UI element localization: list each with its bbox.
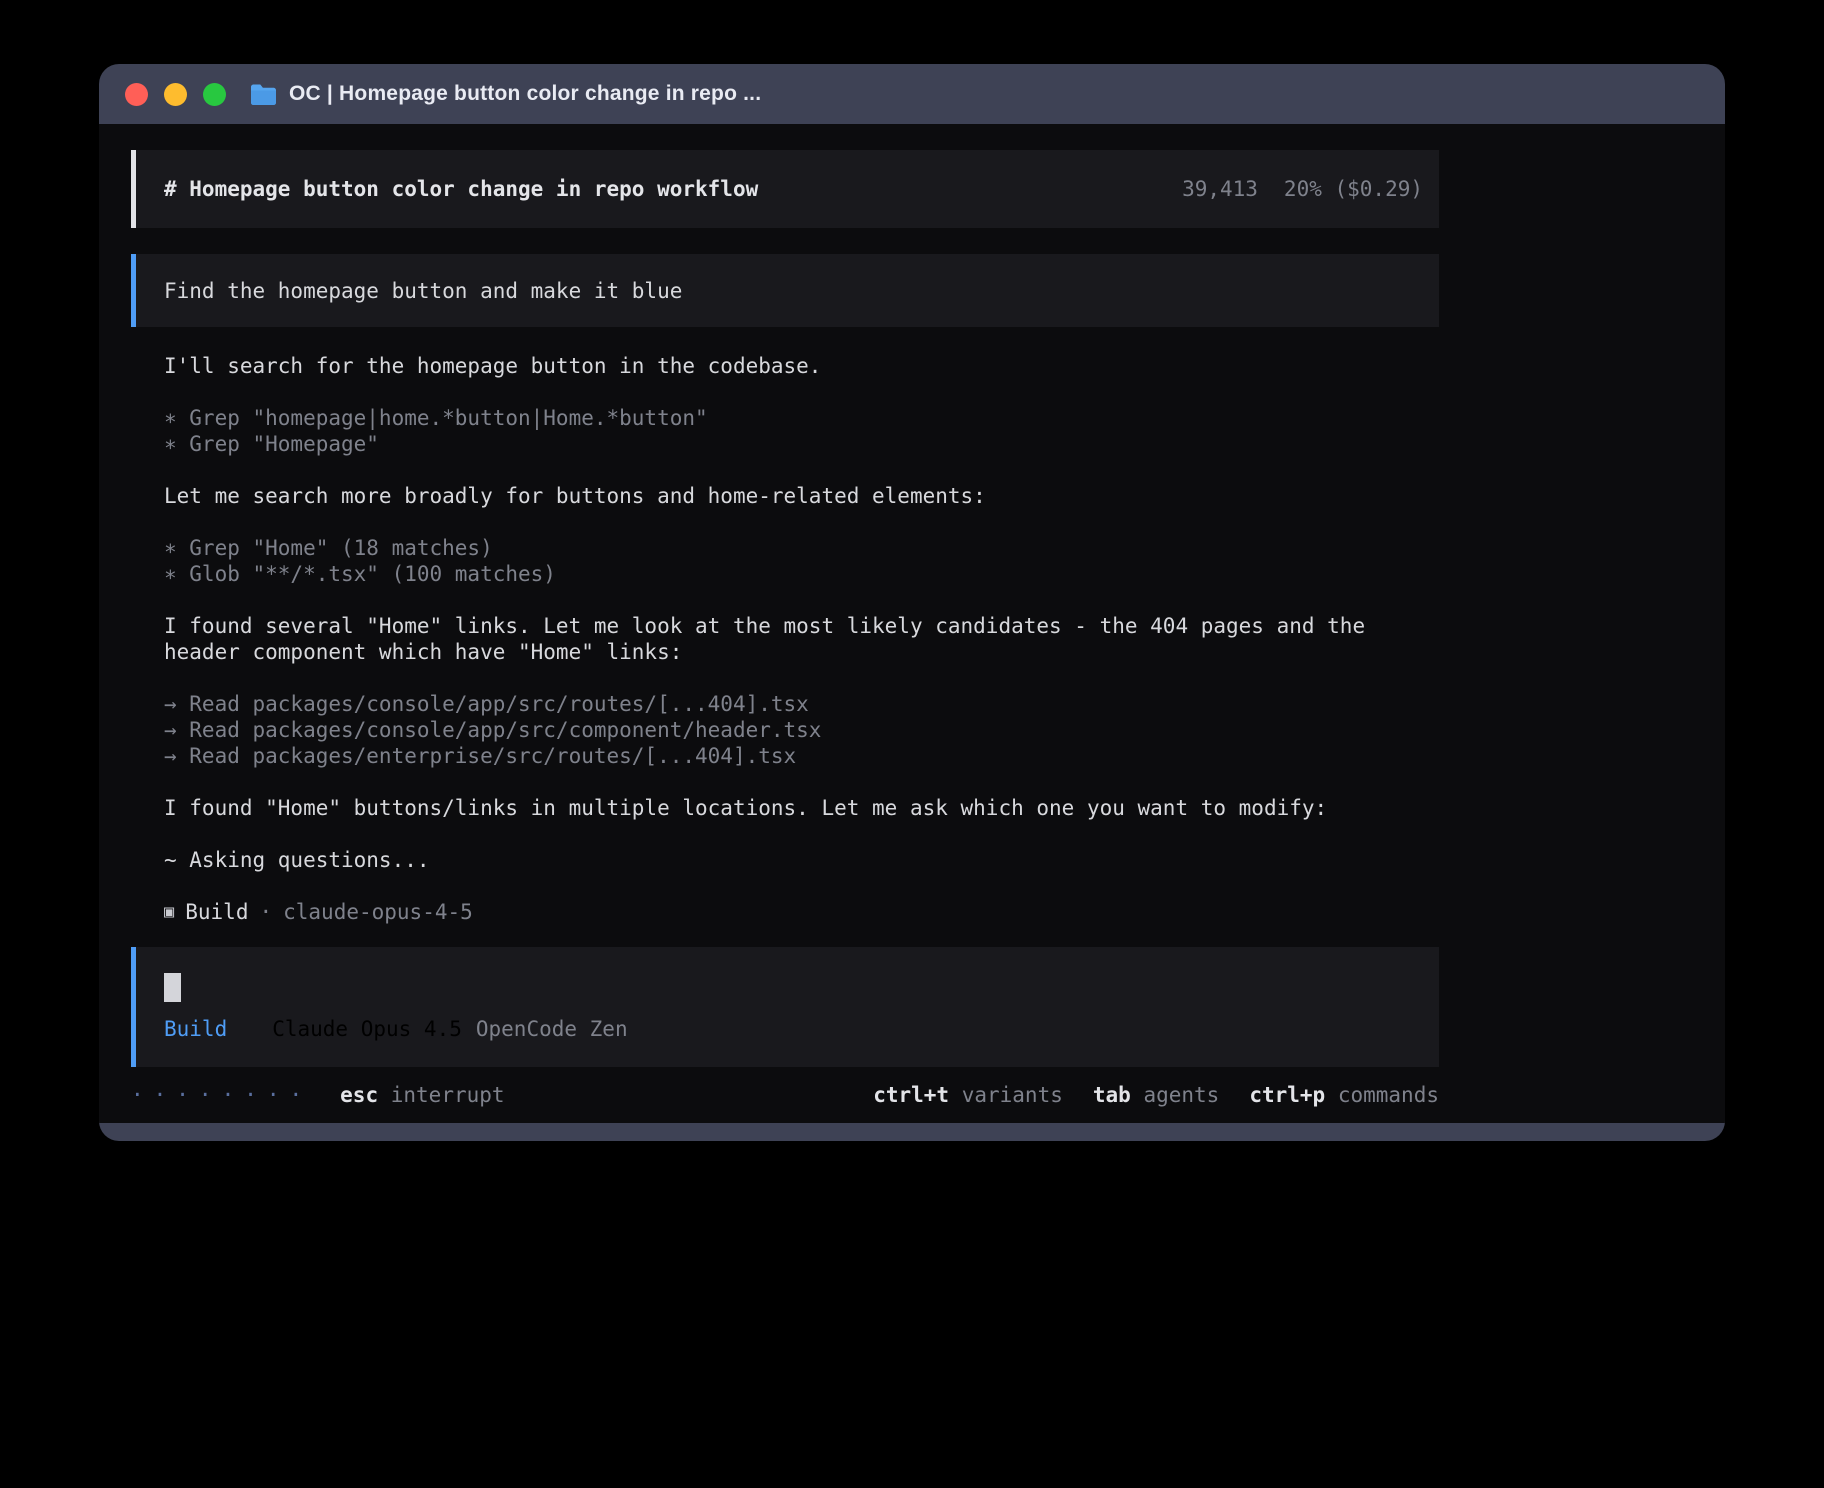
tool-call-grep: ∗ Grep "Homepage" [164, 431, 1439, 457]
assistant-text: I found "Home" buttons/links in multiple… [164, 795, 1439, 821]
tool-call-grep: ∗ Grep "Home" (18 matches) [164, 535, 1439, 561]
assistant-text: Let me search more broadly for buttons a… [164, 483, 1439, 509]
session-title: # Homepage button color change in repo w… [164, 177, 1182, 201]
tool-call-read: → Read packages/enterprise/src/routes/[.… [164, 743, 1439, 769]
mode-label: Build [164, 1017, 227, 1041]
window-title: OC | Homepage button color change in rep… [289, 82, 761, 106]
text-cursor [164, 973, 181, 1002]
model-label: Claude Opus 4.5 [272, 1017, 462, 1041]
tool-call-group: → Read packages/console/app/src/routes/[… [131, 691, 1439, 769]
commands-hint: ctrl+p commands [1249, 1082, 1439, 1108]
traffic-lights [125, 83, 226, 106]
working-status: ~ Asking questions... [131, 847, 1439, 873]
assistant-text: I found several "Home" links. Let me loo… [164, 613, 1439, 639]
working-status-text: ~ Asking questions... [164, 847, 1439, 873]
user-message-text: Find the homepage button and make it blu… [164, 279, 682, 303]
tool-call-glob: ∗ Glob "**/*.tsx" (100 matches) [164, 561, 1439, 587]
folder-icon [250, 83, 277, 105]
fullscreen-button[interactable] [203, 83, 226, 106]
ctrl-t-key: ctrl+t [873, 1083, 949, 1107]
agents-hint: tab agents [1093, 1082, 1219, 1108]
user-message: Find the homepage button and make it blu… [131, 254, 1439, 327]
interrupt-hint: esc interrupt [340, 1082, 504, 1108]
token-count: 39,413 [1182, 177, 1258, 201]
esc-key: esc [340, 1083, 378, 1107]
terminal-window: OC | Homepage button color change in rep… [99, 64, 1725, 1141]
ctrl-p-key: ctrl+p [1249, 1083, 1325, 1107]
tool-call-read: → Read packages/console/app/src/routes/[… [164, 691, 1439, 717]
context-usage: 20% ($0.29) [1284, 177, 1423, 201]
agent-model: claude-opus-4-5 [283, 899, 473, 925]
assistant-text: header component which have "Home" links… [164, 639, 1439, 665]
agent-name: Build [185, 899, 248, 925]
session-header: # Homepage button color change in repo w… [131, 150, 1439, 228]
tab-key: tab [1093, 1083, 1131, 1107]
close-button[interactable] [125, 83, 148, 106]
commands-label: commands [1338, 1083, 1439, 1107]
variants-label: variants [962, 1083, 1063, 1107]
agent-status-line: ▣ Build · claude-opus-4-5 [131, 899, 1439, 925]
tool-call-group: ∗ Grep "Home" (18 matches) ∗ Glob "**/*.… [131, 535, 1439, 587]
tool-call-grep: ∗ Grep "homepage|home.*button|Home.*butt… [164, 405, 1439, 431]
assistant-text: I'll search for the homepage button in t… [164, 353, 1439, 379]
terminal-content: # Homepage button color change in repo w… [99, 124, 1725, 1123]
tool-call-group: ∗ Grep "homepage|home.*button|Home.*butt… [131, 405, 1439, 457]
variants-hint: ctrl+t variants [873, 1082, 1063, 1108]
minimize-button[interactable] [164, 83, 187, 106]
assistant-paragraph: Let me search more broadly for buttons a… [131, 483, 1439, 509]
prompt-input[interactable]: Build Claude Opus 4.5 OpenCode Zen [131, 947, 1439, 1067]
agents-label: agents [1143, 1083, 1219, 1107]
tool-call-read: → Read packages/console/app/src/componen… [164, 717, 1439, 743]
assistant-paragraph: I found several "Home" links. Let me loo… [131, 613, 1439, 665]
agent-separator: · [259, 899, 272, 925]
provider-label: OpenCode Zen [476, 1017, 628, 1041]
agent-icon: ▣ [164, 899, 174, 925]
titlebar[interactable]: OC | Homepage button color change in rep… [99, 64, 1725, 124]
assistant-paragraph: I found "Home" buttons/links in multiple… [131, 795, 1439, 821]
interrupt-label: interrupt [391, 1083, 505, 1107]
assistant-paragraph: I'll search for the homepage button in t… [131, 353, 1439, 379]
activity-dots: ········ [131, 1082, 312, 1108]
status-bar: ········ esc interrupt ctrl+t variants t… [131, 1080, 1439, 1110]
